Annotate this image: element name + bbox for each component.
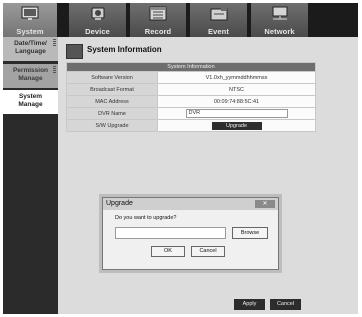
tab-label: Network	[264, 27, 295, 36]
table-header-row: System Information	[66, 62, 316, 72]
mac-address-value: 00:09:74:88:5C:41	[157, 95, 316, 108]
tab-network[interactable]: Network	[251, 3, 309, 37]
tab-device[interactable]: Device	[69, 3, 127, 37]
upgrade-button[interactable]: Upgrade	[211, 121, 262, 130]
tab-label: Record	[144, 27, 172, 36]
dialog-title: Upgrade	[106, 200, 133, 207]
dvr-settings-window: System Device Record Event Network Date/…	[3, 3, 358, 314]
record-icon	[149, 6, 167, 21]
row-label: Software Version	[66, 71, 158, 84]
top-tab-bar: System Device Record Event Network	[3, 3, 358, 37]
table-header: System Information	[66, 62, 316, 72]
grip-icon	[53, 39, 56, 47]
sidebar-item-label: Manage	[18, 75, 43, 82]
dvr-name-input[interactable]: DVR	[185, 109, 288, 118]
row-label: S/W Upgrade	[66, 119, 158, 132]
table-row: Software Version V1.0xh_yymmddhhmmss	[66, 71, 316, 84]
cancel-button[interactable]: Cancel	[270, 299, 301, 310]
page-title: System Information	[87, 45, 162, 54]
broadcast-format-value: NTSC	[157, 83, 316, 96]
sidebar-item-label: Language	[15, 48, 46, 55]
tab-label: Device	[85, 27, 110, 36]
dvr-name-cell: DVR	[157, 107, 316, 120]
system-info-table: System Information Software Version V1.0…	[66, 62, 316, 132]
browse-button[interactable]: Browse	[232, 227, 268, 239]
tab-event[interactable]: Event	[190, 3, 248, 37]
tab-system[interactable]: System	[3, 3, 58, 37]
table-row: MAC Address 00:09:74:88:5C:41	[66, 95, 316, 108]
dialog-question: Do you want to upgrade?	[115, 215, 177, 221]
ok-button[interactable]: OK	[151, 246, 185, 257]
upgrade-cell: Upgrade	[157, 119, 316, 132]
dialog-cancel-button[interactable]: Cancel	[191, 246, 225, 257]
upgrade-file-path-field[interactable]	[115, 227, 226, 239]
table-row: DVR Name DVR	[66, 107, 316, 120]
monitor-icon	[21, 6, 39, 20]
sidebar-item-label: Date/Time/	[14, 40, 47, 47]
row-label: DVR Name	[66, 107, 158, 120]
main-panel: System Information System Information So…	[58, 37, 358, 314]
system-info-icon	[66, 44, 83, 59]
sidebar-item-label: Manage	[18, 101, 43, 108]
software-version-value: V1.0xh_yymmddhhmmss	[157, 71, 316, 84]
sidebar-item-label: System	[18, 93, 43, 100]
sidebar: Date/Time/ Language Permission Manage Sy…	[3, 37, 58, 314]
tab-label: System	[16, 27, 44, 36]
sidebar-item-label: Permission	[12, 67, 49, 74]
camera-icon	[91, 7, 104, 20]
close-icon[interactable]: ✕	[255, 200, 275, 208]
upgrade-dialog: Upgrade ✕ Do you want to upgrade? Browse…	[102, 197, 279, 270]
dialog-title-bar: Upgrade ✕	[103, 198, 278, 210]
row-label: Broadcast Format	[66, 83, 158, 96]
sidebar-item-date-time-language[interactable]: Date/Time/ Language	[3, 37, 58, 61]
table-row: Broadcast Format NTSC	[66, 83, 316, 96]
network-icon	[272, 6, 287, 20]
sidebar-item-system-manage[interactable]: System Manage	[3, 90, 58, 114]
table-row: S/W Upgrade Upgrade	[66, 119, 316, 132]
apply-button[interactable]: Apply	[234, 299, 265, 310]
tab-label: Event	[208, 27, 229, 36]
grip-icon	[53, 66, 56, 74]
row-label: MAC Address	[66, 95, 158, 108]
event-icon	[210, 6, 227, 21]
sidebar-item-permission-manage[interactable]: Permission Manage	[3, 64, 58, 88]
tab-record[interactable]: Record	[130, 3, 187, 37]
